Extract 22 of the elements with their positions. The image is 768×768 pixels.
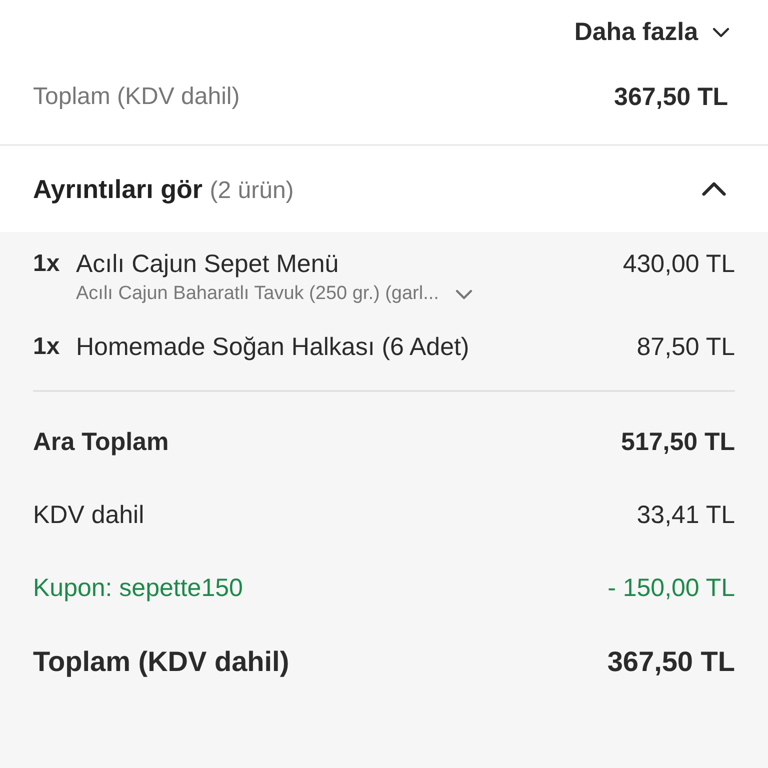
tax-label: KDV dahil [33,501,144,530]
total-label: Toplam (KDV dahil) [33,83,240,111]
item-price: 430,00 TL [622,250,735,279]
total-value: 367,50 TL [614,82,728,112]
details-toggle[interactable]: Ayrıntıları gör (2 ürün) [0,144,768,232]
total-value: 367,50 TL [607,646,735,678]
item-quantity: 1x [33,333,61,361]
details-title: Ayrıntıları gör (2 ürün) [33,174,294,204]
item-options: Acılı Cajun Baharatlı Tavuk (250 gr.) (garl... [76,283,439,305]
item-name: Homemade Soğan Halkası (6 Adet) [76,333,470,362]
item-quantity: 1x [33,250,61,278]
item-price: 87,50 TL [636,333,735,362]
tax-value: 33,41 TL [636,501,735,530]
coupon-value: - 150,00 TL [608,574,735,603]
coupon-label: Kupon: sepette150 [33,574,243,603]
subtotal-label: Ara Toplam [33,428,169,457]
chevron-up-icon[interactable] [700,181,728,197]
total-label: Toplam (KDV dahil) [33,646,290,678]
item-name: Acılı Cajun Sepet Menü [76,250,340,279]
more-link[interactable]: Daha fazla [574,18,698,46]
chevron-down-icon[interactable] [712,26,730,38]
subtotal-value: 517,50 TL [621,428,735,457]
